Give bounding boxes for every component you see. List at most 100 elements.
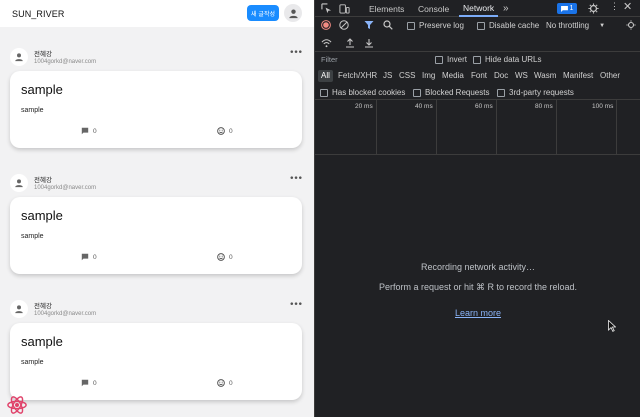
export-har-icon[interactable]	[364, 38, 374, 48]
post-more-button[interactable]: •••	[289, 301, 303, 310]
timeline-gridline	[376, 100, 377, 155]
checkbox-box	[477, 21, 485, 30]
close-icon[interactable]: ✕	[623, 0, 632, 13]
post-card[interactable]: sample sample 0 0	[10, 197, 302, 274]
app-header: SUN_RIVER 새 글작성	[0, 0, 314, 27]
author-avatar	[10, 174, 28, 192]
like-count-value: 0	[229, 253, 233, 261]
author-email: 1004gorkd@naver.com	[34, 185, 97, 191]
timeline-tick-label: 60 ms	[475, 103, 493, 110]
user-icon	[15, 53, 23, 62]
new-post-button[interactable]: 새 글작성	[247, 5, 279, 21]
type-filter-fetch-xhr[interactable]: Fetch/XHR	[338, 70, 377, 82]
react-query-devtools-icon[interactable]	[6, 395, 28, 415]
type-filter-manifest[interactable]: Manifest	[563, 70, 593, 82]
inspect-element-icon[interactable]	[321, 3, 332, 14]
network-timeline-overview[interactable]: 20 ms 40 ms 60 ms 80 ms 100 ms	[315, 100, 640, 155]
comment-count-value: 0	[93, 379, 97, 387]
blocked-cookies-checkbox[interactable]: Has blocked cookies	[320, 88, 405, 97]
post-more-button[interactable]: •••	[289, 175, 303, 184]
issues-badge[interactable]: 1	[557, 3, 577, 14]
comment-count[interactable]: 0	[81, 379, 97, 387]
type-filter-js[interactable]: JS	[383, 70, 392, 82]
tab-elements[interactable]: Elements	[369, 0, 404, 17]
type-filter-css[interactable]: CSS	[399, 70, 415, 82]
type-filter-media[interactable]: Media	[442, 70, 464, 82]
type-filter-img[interactable]: Img	[422, 70, 435, 82]
comment-count-value: 0	[93, 127, 97, 135]
network-settings-icon[interactable]	[626, 20, 636, 30]
like-count[interactable]: 0	[217, 253, 233, 261]
app-title[interactable]: SUN_RIVER	[12, 9, 64, 19]
network-conditions-icon[interactable]	[321, 38, 332, 48]
user-icon	[15, 179, 23, 188]
more-tabs-button[interactable]: »	[503, 0, 509, 17]
post-more-button[interactable]: •••	[289, 49, 303, 58]
post-body: sample	[21, 359, 44, 366]
tab-console[interactable]: Console	[418, 0, 449, 17]
smile-icon	[217, 127, 225, 135]
record-icon[interactable]	[321, 20, 331, 30]
type-filter-all[interactable]: All	[318, 70, 333, 82]
timeline-gridline	[556, 100, 557, 155]
post-author: 전혜강 1004gorkd@naver.com •••	[10, 171, 304, 195]
request-filters: Has blocked cookies Blocked Requests 3rd…	[315, 84, 640, 100]
type-filter-ws[interactable]: WS	[515, 70, 528, 82]
comment-count[interactable]: 0	[81, 253, 97, 261]
post-item: 전혜강 1004gorkd@naver.com ••• sample sampl…	[0, 45, 314, 163]
chevron-down-icon: ▼	[599, 22, 606, 29]
post-card[interactable]: sample sample 0 0	[10, 71, 302, 148]
hide-data-urls-checkbox[interactable]: Hide data URLs	[473, 55, 541, 64]
timeline-gridline	[616, 100, 617, 155]
learn-more-link[interactable]: Learn more	[455, 308, 501, 318]
filter-icon[interactable]	[364, 20, 374, 30]
checkbox-box	[413, 88, 421, 97]
preserve-log-label: Preserve log	[419, 21, 464, 30]
type-filter-wasm[interactable]: Wasm	[534, 70, 556, 82]
preserve-log-checkbox[interactable]: Preserve log	[407, 21, 464, 30]
post-title: sample	[21, 208, 63, 223]
user-avatar-button[interactable]	[284, 4, 302, 22]
disable-cache-checkbox[interactable]: Disable cache	[477, 21, 539, 30]
post-author: 전혜강 1004gorkd@naver.com •••	[10, 297, 304, 321]
tab-network[interactable]: Network	[459, 0, 499, 17]
import-har-icon[interactable]	[345, 38, 355, 48]
type-filter-other[interactable]: Other	[600, 70, 620, 82]
network-toolbar-secondary	[315, 34, 640, 52]
post-title: sample	[21, 334, 63, 349]
like-count[interactable]: 0	[217, 127, 233, 135]
like-count-value: 0	[229, 379, 233, 387]
comment-icon	[81, 253, 89, 261]
invert-checkbox[interactable]: Invert	[435, 55, 467, 64]
clear-icon[interactable]	[339, 20, 349, 30]
checkbox-box	[320, 88, 328, 97]
filter-row: Filter Invert Hide data URLs	[315, 53, 640, 68]
disable-cache-label: Disable cache	[489, 21, 540, 30]
message-icon	[560, 5, 568, 12]
timeline-gridline	[436, 100, 437, 155]
like-count[interactable]: 0	[217, 379, 233, 387]
throttling-select[interactable]: No throttling ▼	[546, 21, 605, 30]
post-item: 전혜강 1004gorkd@naver.com ••• sample sampl…	[0, 171, 314, 289]
blocked-cookies-label: Has blocked cookies	[332, 88, 406, 97]
author-email: 1004gorkd@naver.com	[34, 311, 97, 317]
network-empty-state: Recording network activity… Perform a re…	[315, 262, 640, 321]
type-filter-doc[interactable]: Doc	[494, 70, 508, 82]
more-options-icon[interactable]: ⋮	[610, 1, 619, 12]
third-party-checkbox[interactable]: 3rd-party requests	[497, 88, 574, 97]
app-pane: SUN_RIVER 새 글작성 전혜강 1004gorkd@naver.com …	[0, 0, 314, 417]
network-toolbar: Preserve log Disable cache No throttling…	[315, 17, 640, 34]
comment-count[interactable]: 0	[81, 127, 97, 135]
blocked-requests-checkbox[interactable]: Blocked Requests	[413, 88, 489, 97]
post-author: 전혜강 1004gorkd@naver.com •••	[10, 45, 304, 69]
device-toolbar-icon[interactable]	[339, 3, 350, 14]
search-icon[interactable]	[383, 20, 393, 30]
post-body: sample	[21, 107, 44, 114]
type-filter-font[interactable]: Font	[471, 70, 487, 82]
recording-message: Recording network activity…	[420, 262, 536, 272]
devtools-tabbar: Elements Console Network » 1 ⋮ ✕	[315, 0, 640, 17]
checkbox-box	[435, 55, 443, 64]
settings-gear-icon[interactable]	[588, 3, 599, 14]
post-card[interactable]: sample sample 0 0	[10, 323, 302, 400]
filter-input[interactable]: Filter	[317, 54, 427, 66]
